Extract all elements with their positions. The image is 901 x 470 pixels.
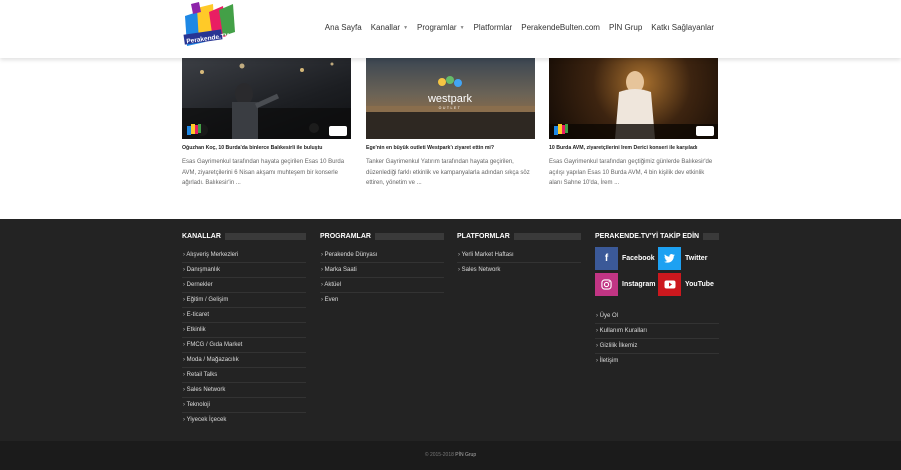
nav-label: PİN Grup xyxy=(608,23,643,32)
chevron-down-icon: ▼ xyxy=(459,24,465,31)
partner-logo-icon xyxy=(696,126,714,136)
footer-link[interactable]: Etkinlik xyxy=(182,323,306,338)
footer-link[interactable]: Yiyecek İçecek xyxy=(182,413,306,428)
nav-perakendebulten[interactable]: PerakendeBulten.com xyxy=(521,23,600,32)
instagram-link[interactable]: Instagram xyxy=(595,273,657,296)
article-excerpt: Esas Gayrimenkul tarafından geçtiğimiz g… xyxy=(549,159,713,187)
partner-logo-icon xyxy=(329,126,347,136)
perakende-tv-logo[interactable]: Perakende.TV xyxy=(183,2,237,50)
footer-heading: KANALLAR xyxy=(182,232,306,241)
footer-heading: PLATFORMLAR xyxy=(457,232,581,241)
youtube-icon xyxy=(658,273,681,296)
footer-link[interactable]: Eğitim / Gelişim xyxy=(182,293,306,308)
social-label: Twitter xyxy=(685,255,708,262)
footer-link[interactable]: Marka Saati xyxy=(320,263,444,278)
westpark-sub: OUTLET xyxy=(439,106,462,110)
heading-text: PLATFORMLAR xyxy=(457,233,510,240)
article-excerpt: Esas Gayrimenkul tarafından hayata geçir… xyxy=(182,159,345,187)
footer-link[interactable]: Aktüel xyxy=(320,278,444,293)
heading-rule xyxy=(513,233,581,240)
footer-link[interactable]: Dernekler xyxy=(182,278,306,293)
nav-label: Katkı Sağlayanlar xyxy=(651,23,714,32)
twitter-link[interactable]: Twitter xyxy=(658,247,720,270)
copyright-bar: © 2015-2018 PİN Grup xyxy=(0,441,901,470)
footer-link[interactable]: E-ticaret xyxy=(182,308,306,323)
site-footer: KANALLAR Alışveriş Merkezleri Danışmanlı… xyxy=(0,219,901,441)
heading-text: KANALLAR xyxy=(182,233,221,240)
copyright-text: © 2015-2018 xyxy=(424,452,454,458)
article-title[interactable]: 10 Burda AVM, ziyaretçilerini İrem Deric… xyxy=(549,145,718,152)
site-header: Perakende.TV Ana Sayfa Kanallar ▼ Program… xyxy=(0,0,901,58)
nav-katki-saglayanlar[interactable]: Katkı Sağlayanlar xyxy=(651,23,714,32)
heading-text: PROGRAMLAR xyxy=(320,233,371,240)
footer-link[interactable]: Retail Talks xyxy=(182,368,306,383)
footer-link-list: Alışveriş Merkezleri Danışmanlık Dernekl… xyxy=(182,248,306,428)
nav-kanallar[interactable]: Kanallar ▼ xyxy=(371,23,408,32)
article-thumbnail[interactable]: westpark OUTLET xyxy=(366,58,535,139)
footer-account-links: Üye Ol Kullanım Kuralları Gizlilik İlkem… xyxy=(595,309,719,369)
nav-label: Platformlar xyxy=(473,23,513,32)
nav-label: Ana Sayfa xyxy=(324,23,362,32)
main-nav: Ana Sayfa Kanallar ▼ Programlar ▼ Platform… xyxy=(316,23,714,32)
footer-link[interactable]: FMCG / Gıda Market xyxy=(182,338,306,353)
footer-link[interactable]: Sales Network xyxy=(182,383,306,398)
footer-link[interactable]: Even xyxy=(320,293,444,308)
footer-link[interactable]: Teknoloji xyxy=(182,398,306,413)
footer-link[interactable]: Perakende Dünyası xyxy=(320,248,444,263)
copyright-owner-link[interactable]: PİN Grup xyxy=(455,452,476,458)
footer-link[interactable]: Alışveriş Merkezleri xyxy=(182,248,306,263)
perakende-tv-watermark-icon xyxy=(186,123,202,136)
footer-col-platformlar: PLATFORMLAR Yerli Market Haftası Sales N… xyxy=(457,232,581,278)
article-card[interactable]: 10 Burda AVM, ziyaretçilerini İrem Deric… xyxy=(549,58,718,189)
nav-platformlar[interactable]: Platformlar xyxy=(474,23,513,32)
nav-label: Kanallar xyxy=(370,23,401,32)
footer-link-list: Yerli Market Haftası Sales Network xyxy=(457,248,581,278)
article-excerpt: Tanker Gayrimenkul Yatırım tarafından ha… xyxy=(366,159,530,187)
instagram-icon xyxy=(595,273,618,296)
social-label: Facebook xyxy=(622,255,655,262)
social-label: YouTube xyxy=(685,281,714,288)
footer-link[interactable]: Kullanım Kuralları xyxy=(595,324,719,339)
footer-link[interactable]: Moda / Mağazacılık xyxy=(182,353,306,368)
footer-col-programlar: PROGRAMLAR Perakende Dünyası Marka Saati… xyxy=(320,232,444,308)
heading-rule xyxy=(224,233,306,240)
nav-label: PerakendeBulten.com xyxy=(521,23,600,32)
nav-pin-grup[interactable]: PİN Grup xyxy=(609,23,642,32)
heading-rule xyxy=(374,233,444,240)
nav-ana-sayfa[interactable]: Ana Sayfa xyxy=(325,23,362,32)
footer-link[interactable]: Sales Network xyxy=(457,263,581,278)
footer-col-kanallar: KANALLAR Alışveriş Merkezleri Danışmanlı… xyxy=(182,232,306,428)
heading-rule xyxy=(703,233,719,240)
article-card[interactable]: westpark OUTLET Ege'nin en büyük outleti… xyxy=(366,58,535,189)
footer-link-list: Perakende Dünyası Marka Saati Aktüel Eve… xyxy=(320,248,444,308)
social-label: Instagram xyxy=(622,281,656,288)
nav-programlar[interactable]: Programlar ▼ xyxy=(417,23,465,32)
perakende-tv-watermark-icon xyxy=(553,123,569,136)
article-thumbnail[interactable] xyxy=(549,58,718,139)
westpark-wordmark: westpark xyxy=(427,93,473,105)
twitter-icon xyxy=(658,247,681,270)
footer-link[interactable]: Yerli Market Haftası xyxy=(457,248,581,263)
heading-text: PERAKENDE.TV'Yİ TAKİP EDİN xyxy=(595,233,700,240)
facebook-icon: f xyxy=(595,247,618,270)
footer-heading: PROGRAMLAR xyxy=(320,232,444,241)
footer-link[interactable]: Gizlilik İlkemiz xyxy=(595,339,719,354)
footer-link[interactable]: İletişim xyxy=(595,354,719,369)
article-thumbnail[interactable] xyxy=(182,58,351,139)
article-card[interactable]: Oğuzhan Koç, 10 Burda'da binlerce Balıke… xyxy=(182,58,351,189)
chevron-down-icon: ▼ xyxy=(403,24,409,31)
footer-link[interactable]: Danışmanlık xyxy=(182,263,306,278)
article-title[interactable]: Ege'nin en büyük outleti Westpark'ı ziya… xyxy=(366,145,535,152)
nav-label: Programlar xyxy=(417,23,457,32)
footer-col-takip: PERAKENDE.TV'Yİ TAKİP EDİN xyxy=(595,232,719,241)
footer-link[interactable]: Üye Ol xyxy=(595,309,719,324)
footer-heading: PERAKENDE.TV'Yİ TAKİP EDİN xyxy=(595,232,719,241)
youtube-link[interactable]: YouTube xyxy=(658,273,720,296)
article-title[interactable]: Oğuzhan Koç, 10 Burda'da binlerce Balıke… xyxy=(182,145,351,152)
facebook-link[interactable]: f Facebook xyxy=(595,247,657,270)
